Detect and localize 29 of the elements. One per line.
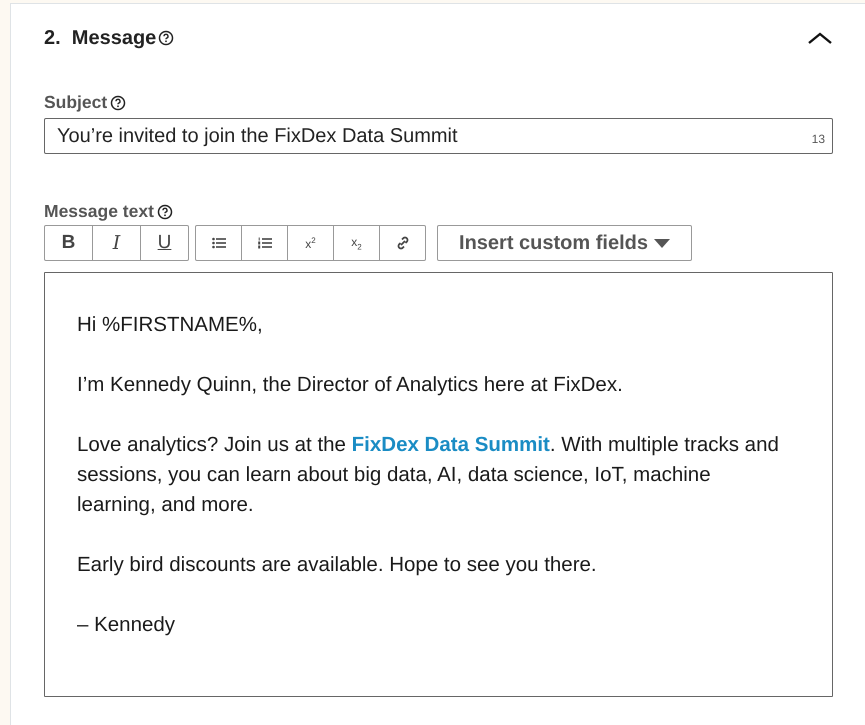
help-icon[interactable]: [156, 204, 173, 220]
message-editor[interactable]: [44, 272, 833, 697]
character-counter: 13: [812, 132, 825, 146]
summit-link[interactable]: FixDex Data Summit: [352, 433, 550, 456]
bold-button[interactable]: B: [44, 225, 93, 261]
numbered-list-icon: [258, 237, 272, 249]
help-icon[interactable]: [110, 94, 126, 110]
insert-custom-fields-button[interactable]: Insert custom fields: [437, 225, 692, 261]
link-button[interactable]: [379, 225, 426, 261]
message-paragraph: Love analytics? Join us at the FixDex Data Summit. With multiple tracks and sessions, you can learn about big data, AI, data science, IoT, machine learning, and more.: [77, 432, 780, 518]
help-icon[interactable]: [158, 30, 174, 46]
message-paragraph: Early bird discounts are available. Hope to see you there.: [77, 552, 598, 578]
message-paragraph: – Kennedy: [77, 612, 176, 638]
superscript-button[interactable]: x$^{2}$: [287, 225, 334, 261]
section-title: 2. Message: [44, 26, 156, 50]
caret-icon: [654, 238, 670, 248]
list-button[interactable]: [241, 225, 288, 261]
italic-button[interactable]: I: [92, 225, 141, 261]
chevron-up-icon[interactable]: [807, 31, 833, 45]
message-paragraph: I’m Kennedy Quinn, the Director of Analytics here at FixDex.: [77, 372, 624, 398]
list-button[interactable]: [195, 225, 242, 261]
subscript-button[interactable]: x$_{2}$: [333, 225, 380, 261]
bulleted-list-icon: [212, 237, 226, 249]
field-label: Message text: [44, 201, 154, 222]
message-paragraph: Hi %FIRSTNAME%,: [77, 312, 264, 338]
link-icon: [396, 236, 410, 250]
underline-button[interactable]: U: [140, 225, 189, 261]
subject-field[interactable]: You’re invited to join the FixDex Data Summit 13: [44, 118, 833, 154]
field-label: Subject: [44, 92, 108, 113]
